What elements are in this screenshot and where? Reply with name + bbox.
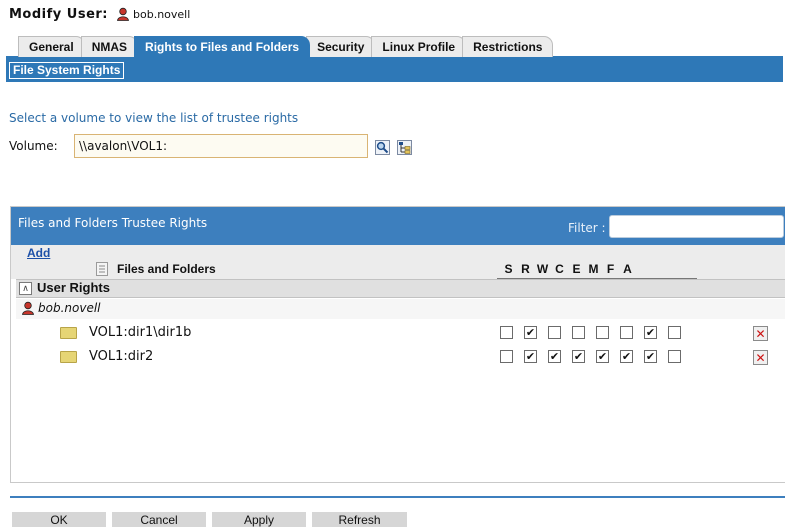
delete-icon[interactable]: ✕ [753, 326, 768, 341]
right-checkbox-s[interactable] [500, 326, 513, 339]
subtab-file-system-rights[interactable]: File System Rights [9, 62, 125, 79]
user-icon [21, 301, 35, 318]
delete-icon[interactable]: ✕ [753, 350, 768, 365]
collapse-icon[interactable]: ∧ [19, 282, 32, 295]
rights-column-c: C [555, 262, 564, 276]
tab-linux-profile[interactable]: Linux Profile [371, 36, 467, 57]
header-user: bob.novell [116, 7, 190, 24]
rights-column-r: R [521, 262, 530, 276]
folder-icon [60, 351, 77, 363]
table-row[interactable]: VOL1:dir2 ✔ ✔ ✔ ✔ ✔ ✔ ✕ [16, 345, 785, 369]
tree-browse-icon[interactable] [397, 140, 412, 155]
rights-column-w: W [536, 262, 549, 276]
trustee-owner-name: bob.novell [38, 301, 101, 315]
right-checkbox-r[interactable]: ✔ [524, 326, 537, 339]
row-path: VOL1:dir2 [89, 349, 154, 364]
rights-columns: S R W C E M F A [500, 262, 636, 276]
rights-checkboxes: ✔ ✔ [500, 326, 692, 339]
row-path: VOL1:dir1\dir1b [89, 325, 192, 340]
filter-label: Filter : [568, 221, 606, 235]
header-user-name: bob.novell [133, 7, 191, 21]
rights-column-a: A [623, 262, 632, 276]
trustee-owner-row [16, 299, 785, 319]
right-checkbox-m[interactable]: ✔ [620, 350, 633, 363]
right-checkbox-f[interactable]: ✔ [644, 350, 657, 363]
right-checkbox-c[interactable] [572, 326, 585, 339]
magnifier-icon[interactable] [375, 140, 390, 155]
tab-security[interactable]: Security [306, 36, 376, 57]
right-checkbox-r[interactable]: ✔ [524, 350, 537, 363]
rights-checkboxes: ✔ ✔ ✔ ✔ ✔ ✔ [500, 350, 692, 363]
right-checkbox-s[interactable] [500, 350, 513, 363]
right-checkbox-c[interactable]: ✔ [572, 350, 585, 363]
files-and-folders-column[interactable]: Files and Folders [117, 262, 216, 276]
apply-button[interactable]: Apply [212, 512, 306, 527]
right-checkbox-m[interactable] [620, 326, 633, 339]
sort-icon[interactable] [96, 262, 108, 279]
refresh-button[interactable]: Refresh [312, 512, 407, 527]
tab-nmas[interactable]: NMAS [80, 36, 139, 57]
volume-label: Volume: [9, 139, 58, 153]
tab-strip: General NMAS Rights to Files and Folders… [18, 35, 554, 57]
table-row[interactable]: VOL1:dir1\dir1b ✔ ✔ ✕ [16, 321, 785, 345]
ok-button[interactable]: OK [12, 512, 106, 527]
right-checkbox-e[interactable] [596, 326, 609, 339]
group-row [16, 279, 785, 298]
folder-icon [60, 327, 77, 339]
right-checkbox-w[interactable] [548, 326, 561, 339]
volume-input[interactable] [74, 134, 368, 158]
group-label: User Rights [37, 280, 110, 295]
tab-rights-to-files-and-folders[interactable]: Rights to Files and Folders [134, 36, 311, 57]
volume-hint: Select a volume to view the list of trus… [9, 111, 299, 125]
right-checkbox-e[interactable]: ✔ [596, 350, 609, 363]
right-checkbox-f[interactable]: ✔ [644, 326, 657, 339]
rights-column-f: F [606, 262, 615, 276]
add-link[interactable]: Add [27, 246, 50, 260]
cancel-button[interactable]: Cancel [112, 512, 206, 527]
right-checkbox-w[interactable]: ✔ [548, 350, 561, 363]
right-checkbox-a[interactable] [668, 326, 681, 339]
button-bar: OK Cancel Apply Refresh [12, 512, 413, 527]
right-checkbox-a[interactable] [668, 350, 681, 363]
user-icon [116, 7, 130, 24]
page-title: Modify User: [9, 7, 109, 22]
rights-column-s: S [504, 262, 513, 276]
tab-restrictions[interactable]: Restrictions [462, 36, 554, 57]
filter-input[interactable] [609, 215, 784, 238]
rights-column-m: M [588, 262, 599, 276]
tab-general[interactable]: General [18, 36, 85, 57]
rights-column-e: E [572, 262, 581, 276]
trustee-panel-title: Files and Folders Trustee Rights [18, 216, 208, 230]
footer-rule [10, 496, 785, 498]
